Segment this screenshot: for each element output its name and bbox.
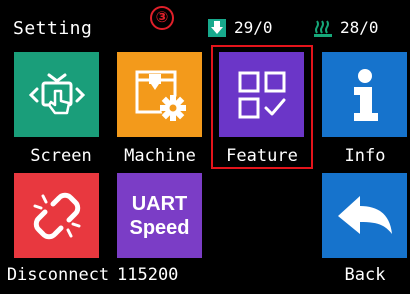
touch-screen-icon bbox=[28, 73, 85, 114]
bed-temp-value: 28/0 bbox=[340, 18, 379, 37]
back-arrow-icon bbox=[337, 195, 392, 234]
machine-gear-icon bbox=[135, 70, 186, 121]
screen-label: Screen bbox=[30, 146, 92, 166]
step-annotation-marker: ③ bbox=[150, 6, 174, 30]
back-label: Back bbox=[344, 265, 386, 285]
info-label: Info bbox=[344, 146, 386, 166]
info-button[interactable] bbox=[322, 52, 407, 137]
machine-label: Machine bbox=[124, 146, 196, 166]
nozzle-icon bbox=[208, 18, 226, 37]
disconnect-button[interactable] bbox=[14, 173, 99, 258]
disconnect-label: Disconnect bbox=[6, 265, 110, 285]
nozzle-temp-value: 29/0 bbox=[234, 18, 273, 37]
back-button[interactable] bbox=[322, 173, 407, 258]
bed-temperature: 28/0 bbox=[314, 18, 379, 37]
machine-button[interactable] bbox=[117, 52, 202, 137]
broken-link-icon bbox=[33, 192, 80, 239]
status-bar: Setting ③ 29/0 28/0 bbox=[0, 0, 410, 58]
page-title: Setting bbox=[13, 18, 93, 39]
screen-button[interactable] bbox=[14, 52, 99, 137]
nozzle-temperature: 29/0 bbox=[208, 18, 273, 37]
heated-bed-icon bbox=[314, 19, 332, 37]
feature-highlight-box bbox=[211, 45, 313, 169]
uart-speed-icon-text: UART Speed bbox=[129, 192, 190, 239]
info-icon bbox=[353, 68, 378, 121]
uart-baud-rate-label: 115200 bbox=[117, 265, 179, 285]
uart-speed-button[interactable]: UART Speed bbox=[117, 173, 202, 258]
